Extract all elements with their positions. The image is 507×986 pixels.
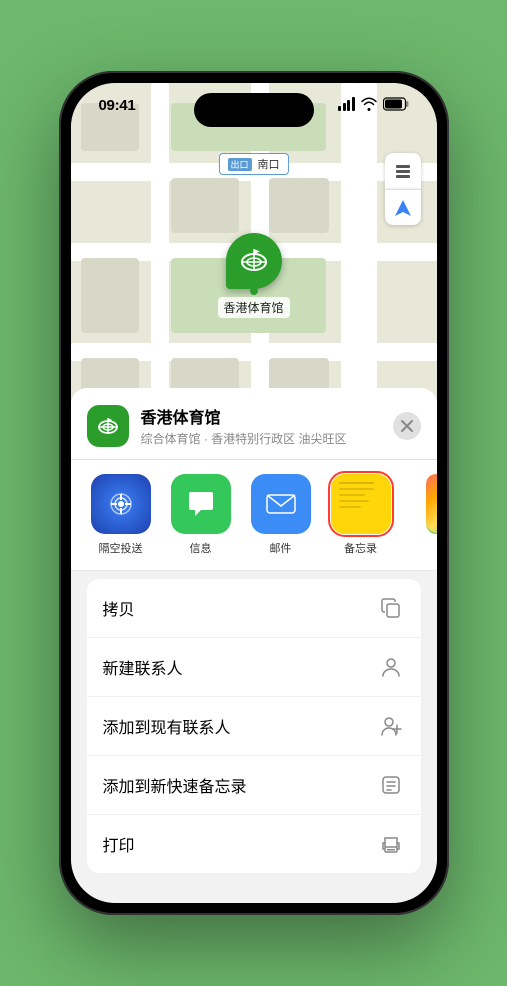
stadium-marker: 香港体育馆 [217, 233, 289, 318]
wifi-icon [361, 97, 377, 111]
dynamic-island [194, 93, 314, 127]
notes-label: 备忘录 [344, 540, 377, 556]
location-venue-icon [87, 405, 129, 447]
location-header: 香港体育馆 综合体育馆 · 香港特别行政区 油尖旺区 [71, 388, 437, 460]
memo-icon [377, 771, 405, 799]
person-add-icon [377, 712, 405, 740]
share-item-notes[interactable]: 备忘录 [325, 474, 397, 556]
close-icon [400, 419, 414, 433]
messages-icon [171, 474, 231, 534]
messages-label: 信息 [190, 540, 212, 556]
messages-svg [181, 484, 221, 524]
person-icon [377, 653, 405, 681]
action-quick-note[interactable]: 添加到新快速备忘录 [87, 756, 421, 815]
action-copy[interactable]: 拷贝 [87, 579, 421, 638]
airdrop-label: 隔空投送 [99, 540, 143, 556]
stadium-svg [237, 245, 269, 277]
stadium-label: 香港体育馆 [217, 297, 289, 318]
share-item-more[interactable] [405, 474, 437, 556]
print-icon [377, 830, 405, 858]
location-info: 香港体育馆 综合体育馆 · 香港特别行政区 油尖旺区 [141, 404, 393, 447]
location-subtitle: 综合体育馆 · 香港特别行政区 油尖旺区 [141, 430, 393, 447]
action-quick-note-label: 添加到新快速备忘录 [103, 773, 247, 797]
action-new-contact-label: 新建联系人 [103, 655, 183, 679]
map-layers-button[interactable] [385, 153, 421, 189]
layers-icon [393, 161, 413, 181]
status-time: 09:41 [99, 97, 136, 114]
action-add-contact-label: 添加到现有联系人 [103, 714, 231, 738]
battery-icon [383, 97, 409, 111]
location-name: 香港体育馆 [141, 404, 393, 428]
action-print-label: 打印 [103, 832, 135, 856]
mail-icon [251, 474, 311, 534]
close-button[interactable] [393, 412, 421, 440]
phone-frame: 09:41 [59, 71, 449, 915]
action-print[interactable]: 打印 [87, 815, 421, 873]
airdrop-icon [91, 474, 151, 534]
more-icon [426, 474, 437, 534]
phone-screen: 09:41 [71, 83, 437, 903]
share-item-mail[interactable]: 邮件 [245, 474, 317, 556]
share-row: 隔空投送 信息 [71, 460, 437, 571]
map-controls [385, 153, 421, 225]
signal-bars [338, 97, 355, 111]
notes-icon [331, 474, 391, 534]
location-arrow-icon [393, 198, 413, 218]
copy-icon [377, 594, 405, 622]
map-label: 出口 南口 [218, 153, 288, 175]
share-item-messages[interactable]: 信息 [165, 474, 237, 556]
status-icons [338, 97, 409, 111]
action-add-existing-contact[interactable]: 添加到现有联系人 [87, 697, 421, 756]
mail-label: 邮件 [270, 540, 292, 556]
share-item-airdrop[interactable]: 隔空投送 [85, 474, 157, 556]
mail-svg [261, 484, 301, 524]
venue-svg [95, 413, 121, 439]
action-list: 拷贝 新建联系人 [87, 579, 421, 873]
action-new-contact[interactable]: 新建联系人 [87, 638, 421, 697]
map-location-button[interactable] [385, 189, 421, 225]
action-copy-label: 拷贝 [103, 596, 135, 620]
bottom-sheet: 香港体育馆 综合体育馆 · 香港特别行政区 油尖旺区 [71, 388, 437, 903]
stadium-pin [225, 233, 281, 289]
airdrop-svg [103, 486, 139, 522]
